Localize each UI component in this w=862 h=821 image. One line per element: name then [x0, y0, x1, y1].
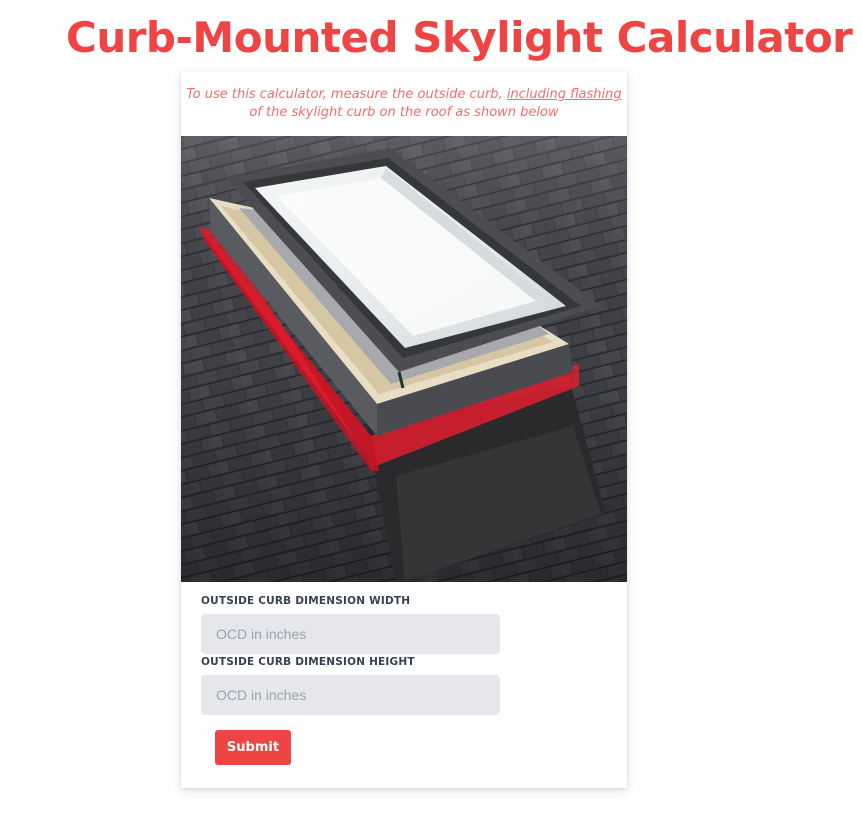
instructions-underlined: including flashing	[506, 87, 622, 102]
height-label: OUTSIDE CURB DIMENSION HEIGHT	[201, 656, 415, 668]
page-title: Curb-Mounted Skylight Calculator	[66, 13, 853, 62]
instructions-part1: To use this calculator, measure the outs…	[186, 87, 507, 102]
calculator-card: To use this calculator, measure the outs…	[181, 72, 627, 788]
height-input[interactable]	[201, 675, 500, 715]
submit-button[interactable]: Submit	[215, 730, 291, 765]
skylight-diagram-image	[181, 136, 627, 582]
instructions-text: To use this calculator, measure the outs…	[181, 86, 627, 122]
width-input[interactable]	[201, 614, 500, 654]
instructions-part2: of the skylight curb on the roof as show…	[249, 105, 559, 120]
width-label: OUTSIDE CURB DIMENSION WIDTH	[201, 595, 411, 607]
